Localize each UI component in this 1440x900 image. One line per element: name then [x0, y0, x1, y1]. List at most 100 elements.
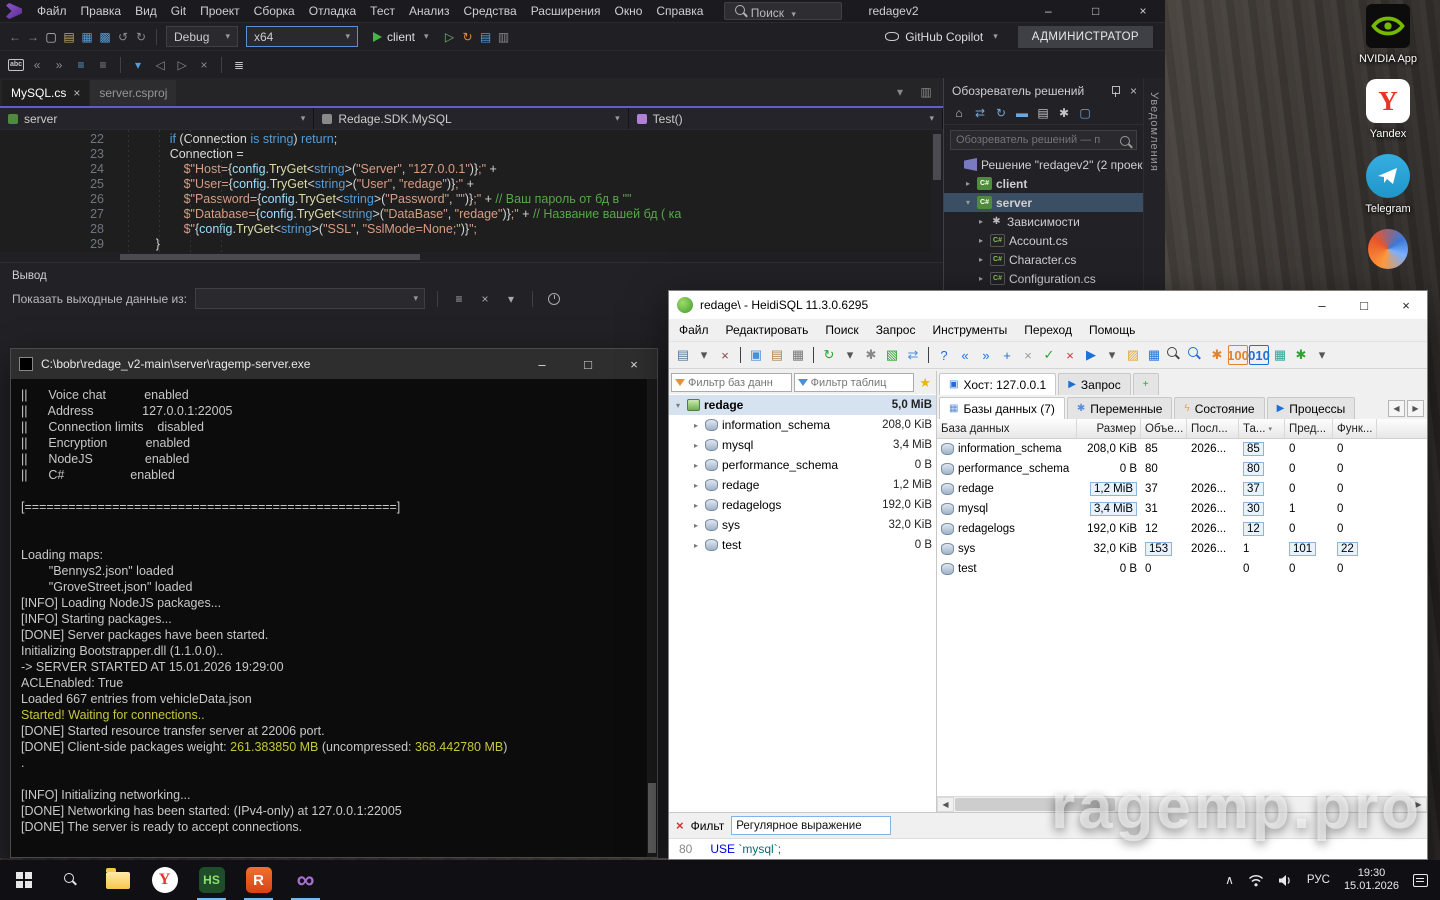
subtab-0[interactable]: ▦Базы данных (7): [939, 397, 1065, 419]
more-dropdown-icon[interactable]: ▾: [1312, 345, 1332, 365]
heidi-menu-item-2[interactable]: Поиск: [825, 323, 858, 337]
expand-arrow-icon[interactable]: ▸: [691, 461, 701, 470]
clear-filter-icon[interactable]: ×: [676, 818, 684, 833]
taskbar-clock[interactable]: 19:30 15.01.2026: [1344, 867, 1399, 893]
maximize-button[interactable]: □: [565, 349, 611, 379]
subtab-2[interactable]: ϟСостояние: [1174, 397, 1264, 419]
insert-row-icon[interactable]: +: [997, 345, 1017, 365]
comment-icon[interactable]: ≡: [72, 56, 90, 74]
editor-tab-1[interactable]: server.csproj: [90, 80, 176, 106]
clear-output-icon[interactable]: ×: [476, 290, 494, 308]
grid-cell[interactable]: sys: [937, 543, 1077, 555]
table-filter-box[interactable]: [794, 373, 915, 392]
start-without-debugging-icon[interactable]: ▷: [441, 28, 459, 46]
grid-cell[interactable]: 192,0 KiB: [1077, 523, 1141, 535]
clear-bookmarks-icon[interactable]: ×: [195, 56, 213, 74]
solution-tree-item[interactable]: ▸C#Account.cs: [944, 231, 1143, 250]
grid-cell[interactable]: 0: [1333, 483, 1377, 495]
favorites-star-icon[interactable]: ★: [916, 375, 934, 391]
grid-cell[interactable]: 0 B: [1077, 463, 1141, 475]
output-source-dropdown[interactable]: ▾: [195, 288, 425, 309]
grid-filter-input[interactable]: [731, 816, 891, 835]
solution-search-input[interactable]: [956, 134, 1113, 146]
grid-column-header[interactable]: Посл...: [1187, 419, 1239, 438]
grid-cell[interactable]: 0: [1285, 463, 1333, 475]
taskbar-heidisql-button[interactable]: HS: [188, 860, 235, 900]
grid-cell[interactable]: redage: [937, 483, 1077, 495]
grid-cell[interactable]: 0 B: [1077, 563, 1141, 575]
vs-menu-item-5[interactable]: Сборка: [247, 1, 302, 21]
vs-menu-item-4[interactable]: Проект: [193, 1, 247, 21]
grid-cell[interactable]: 0: [1141, 563, 1187, 575]
spell-check-icon[interactable]: abc: [8, 59, 24, 71]
timestamp-icon[interactable]: [545, 290, 563, 308]
open-file-icon[interactable]: ▤: [60, 28, 78, 46]
grid-view-icon[interactable]: ▦: [1270, 345, 1290, 365]
save-icon[interactable]: ▦: [78, 28, 96, 46]
expand-arrow-icon[interactable]: ▸: [691, 541, 701, 550]
grid-cell[interactable]: performance_schema: [937, 463, 1077, 475]
grid-cell[interactable]: test: [937, 563, 1077, 575]
goto-next-icon[interactable]: »: [976, 345, 996, 365]
code-line[interactable]: 25 $"User={config.TryGet<string>("User",…: [0, 177, 943, 192]
preview-icon[interactable]: ▢: [1076, 104, 1094, 122]
grid-horizontal-scrollbar[interactable]: ◀ ▶: [937, 796, 1427, 812]
host-tab[interactable]: ▣ Хост: 127.0.0.1: [939, 373, 1056, 395]
heidi-menu-item-1[interactable]: Редактировать: [726, 323, 809, 337]
grid-row[interactable]: information_schema208,0 KiB852026...8500: [937, 439, 1427, 459]
grid-column-header[interactable]: Пред...: [1285, 419, 1333, 438]
expand-arrow-icon[interactable]: ▸: [976, 236, 986, 245]
scroll-tabs-left-icon[interactable]: ◀: [1388, 400, 1405, 417]
refresh-icon[interactable]: ↻: [992, 104, 1010, 122]
grid-column-header[interactable]: Функ...: [1333, 419, 1377, 438]
apply-edit-icon[interactable]: ✓: [1039, 345, 1059, 365]
database-filter-box[interactable]: [671, 373, 792, 392]
taskbar-yandex-button[interactable]: Y: [141, 860, 188, 900]
vs-menu-item-0[interactable]: Файл: [30, 1, 74, 21]
expand-arrow-icon[interactable]: ▸: [963, 179, 973, 188]
unindent-icon[interactable]: «: [28, 56, 46, 74]
database-tree-item[interactable]: ▸information_schema208,0 KiB: [669, 415, 936, 435]
session-dropdown-icon[interactable]: ▾: [694, 345, 714, 365]
vs-search-box[interactable]: Поиск ▾: [724, 2, 842, 20]
grid-cell[interactable]: 80: [1141, 463, 1187, 475]
redo-icon[interactable]: ↻: [132, 28, 150, 46]
session-tree-item[interactable]: ▾ redage 5,0 MiB: [669, 395, 936, 415]
goto-first-icon[interactable]: «: [955, 345, 975, 365]
new-query-tab-button[interactable]: +: [1133, 373, 1159, 395]
database-tree-item[interactable]: ▸sys32,0 KiB: [669, 515, 936, 535]
editor-tab-0[interactable]: MySQL.cs×: [2, 80, 89, 106]
save-sql-icon[interactable]: ▦: [1144, 345, 1164, 365]
code-editor[interactable]: 22 if (Connection is string) return;23 C…: [0, 130, 943, 252]
grid-cell[interactable]: 1: [1285, 503, 1333, 515]
grid-cell[interactable]: 0: [1239, 563, 1285, 575]
taskbar-visual-studio-button[interactable]: ∞: [282, 860, 329, 900]
grid-cell[interactable]: 1: [1239, 543, 1285, 555]
close-button[interactable]: ×: [611, 349, 657, 379]
sync-with-active-icon[interactable]: ⇄: [971, 104, 989, 122]
desktop-icon-telegram[interactable]: Telegram: [1346, 154, 1430, 215]
grid-cell[interactable]: 80: [1239, 462, 1285, 476]
copy-icon[interactable]: ▣: [746, 345, 766, 365]
notifications-tab[interactable]: Уведомления: [1148, 92, 1160, 172]
solution-search-box[interactable]: [950, 130, 1137, 150]
vs-menu-item-9[interactable]: Средства: [457, 1, 524, 21]
grid-column-header[interactable]: База данных: [937, 419, 1077, 438]
grid-cell[interactable]: 85: [1239, 442, 1285, 456]
word-wrap-icon[interactable]: ≡: [450, 290, 468, 308]
toggle-bookmark-icon[interactable]: ▾: [129, 56, 147, 74]
home-icon[interactable]: ⌂: [950, 104, 968, 122]
open-sql-icon[interactable]: ▨: [1123, 345, 1143, 365]
grid-cell[interactable]: 208,0 KiB: [1077, 443, 1141, 455]
github-copilot-button[interactable]: GitHub Copilot ▾: [877, 30, 1006, 44]
code-line[interactable]: 26 $"Password={config.TryGet<string>("Pa…: [0, 192, 943, 207]
output-panel-title[interactable]: Вывод: [0, 263, 943, 288]
database-tree-item[interactable]: ▸redage1,2 MiB: [669, 475, 936, 495]
code-line[interactable]: 23 Connection =: [0, 147, 943, 162]
grid-cell[interactable]: 0: [1285, 563, 1333, 575]
next-bookmark-icon[interactable]: ▷: [173, 56, 191, 74]
close-button[interactable]: ×: [1121, 0, 1165, 22]
code-line[interactable]: 29 }: [0, 237, 943, 252]
close-panel-icon[interactable]: ×: [1130, 84, 1137, 98]
code-line[interactable]: 27 $"Database={config.TryGet<string>("Da…: [0, 207, 943, 222]
